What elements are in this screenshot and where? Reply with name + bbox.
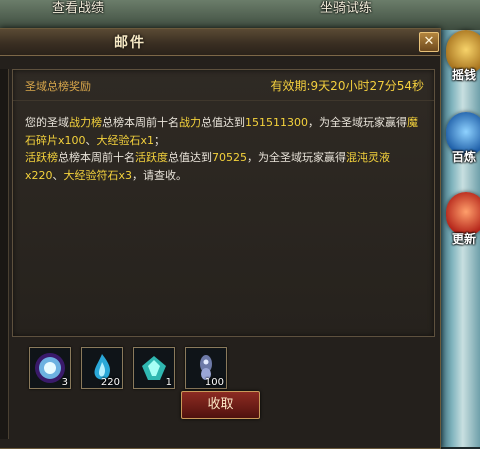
- reward-item-name: 大经验符石x3: [63, 168, 133, 182]
- top-menu-bar: 查看战绩 坐骑试练: [0, 0, 480, 30]
- body-text: ，为全圣域玩家赢得: [308, 116, 407, 129]
- mail-header: 圣域总榜奖励 有效期:9天20小时27分54秒: [13, 70, 434, 101]
- mail-list-edge: [0, 69, 9, 439]
- update-label[interactable]: 更新: [452, 230, 476, 247]
- stat-value: 70525: [212, 151, 247, 164]
- mail-window: 邮件 ✕ 圣域总榜奖励 有效期:9天20小时27分54秒 您的圣域战力榜总榜本周…: [0, 28, 441, 449]
- claim-button[interactable]: 收取: [181, 391, 260, 419]
- close-button[interactable]: ✕: [419, 32, 439, 52]
- reward-qty: 100: [204, 377, 224, 388]
- mail-title-bar: 邮件 ✕: [0, 29, 440, 56]
- mail-body: 您的圣域战力榜总榜本周前十名战力总值达到151511300，为全圣域玩家赢得魔石…: [25, 114, 425, 184]
- body-text: 总榜本周前十名: [102, 116, 179, 129]
- refine-label[interactable]: 百炼: [452, 148, 476, 165]
- body-text: ，请查收。: [132, 168, 188, 182]
- stat-value: 151511300: [245, 116, 308, 129]
- reward-slot[interactable]: 3: [29, 347, 71, 389]
- body-text: 、: [52, 168, 64, 182]
- body-text: 、: [85, 133, 97, 147]
- body-text: 总值达到: [201, 116, 245, 129]
- reward-item-name: 大经验石x1: [96, 133, 155, 147]
- money-tree-label[interactable]: 摇钱: [452, 66, 476, 83]
- stat-name: 活跃度: [135, 151, 168, 164]
- reward-qty: 220: [100, 377, 120, 388]
- reward-qty: 3: [61, 377, 68, 388]
- view-record-link[interactable]: 查看战绩: [52, 0, 104, 16]
- reward-slot[interactable]: 220: [81, 347, 123, 389]
- reward-qty: 1: [165, 377, 172, 388]
- mail-title: 邮件: [114, 35, 146, 51]
- reward-slot[interactable]: 100: [185, 347, 227, 389]
- mount-trial-link[interactable]: 坐骑试练: [320, 0, 372, 16]
- mail-subject: 圣域总榜奖励: [25, 80, 91, 93]
- stat-name: 战力: [179, 116, 201, 129]
- mail-content-panel: 圣域总榜奖励 有效期:9天20小时27分54秒 您的圣域战力榜总榜本周前十名战力…: [12, 69, 435, 337]
- rank-name: 活跃榜: [25, 151, 58, 164]
- body-text: ；: [154, 133, 166, 147]
- rank-name: 战力榜: [69, 116, 102, 129]
- body-text: 总榜本周前十名: [58, 151, 135, 164]
- body-text: 您的圣域: [25, 116, 69, 129]
- reward-slot[interactable]: 1: [133, 347, 175, 389]
- mail-validity: 有效期:9天20小时27分54秒: [270, 79, 425, 93]
- body-text: 总值达到: [168, 151, 212, 164]
- body-text: ，为全圣域玩家赢得: [247, 151, 346, 164]
